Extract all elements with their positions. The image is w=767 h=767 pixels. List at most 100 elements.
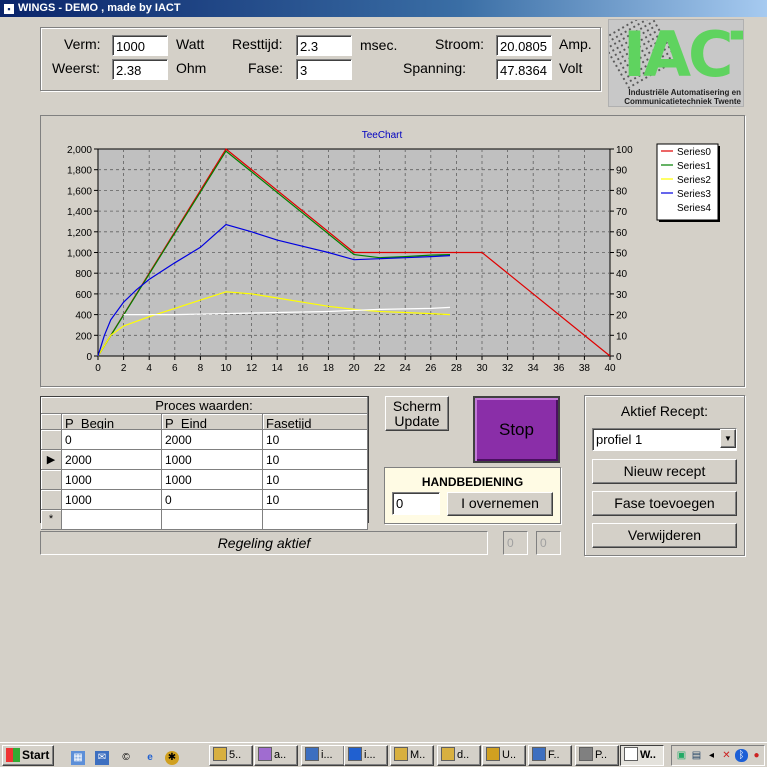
handbediening-title: HANDBEDIENING xyxy=(421,475,524,489)
grid-row-indicator[interactable] xyxy=(41,490,62,510)
grid-row-indicator[interactable]: * xyxy=(41,510,62,530)
taskbar-window-button[interactable]: F.. xyxy=(528,745,572,766)
taskbar-window-button[interactable]: 5.. xyxy=(209,745,253,766)
network-tray-icon[interactable]: ▣ xyxy=(675,749,688,762)
y-tick-label: 1,400 xyxy=(67,207,92,218)
y-tick-label: 2,000 xyxy=(67,145,92,156)
grid-cell[interactable]: 10 xyxy=(263,430,368,450)
taskbar-window-label: i... xyxy=(321,749,333,761)
y-tick-label: 1,800 xyxy=(67,166,92,177)
weerst-field[interactable]: 2.38 xyxy=(112,59,168,80)
start-button[interactable]: Start xyxy=(2,745,54,766)
windows-logo-icon xyxy=(6,748,20,762)
grid-cell[interactable]: 0 xyxy=(62,430,162,450)
verwijderen-button[interactable]: Verwijderen xyxy=(592,523,737,548)
grid-cell[interactable] xyxy=(263,510,368,530)
stop-button[interactable]: Stop xyxy=(473,396,560,463)
y-tick-label: 600 xyxy=(75,290,92,301)
app-icon: ▪ xyxy=(4,4,14,14)
grid-cell[interactable]: 1000 xyxy=(62,470,162,490)
quick-launch-ie-icon[interactable]: e xyxy=(140,745,158,766)
x-tick-label: 16 xyxy=(297,363,309,374)
x-tick-label: 26 xyxy=(425,363,437,374)
grid-cell[interactable]: 0 xyxy=(162,490,263,510)
nieuw-recept-button[interactable]: Nieuw recept xyxy=(592,459,737,484)
grid-row-indicator[interactable]: ▶ xyxy=(41,450,62,470)
stroom-unit: Amp. xyxy=(559,36,592,52)
y2-tick-label: 50 xyxy=(616,249,628,260)
proces-waarden-grid[interactable]: Proces waarden: P_Begin P_Eind Fasetijd 0 20… xyxy=(40,396,369,530)
taskbar-app-icon xyxy=(258,747,272,761)
quick-launch-copyright-icon[interactable]: © xyxy=(116,745,134,766)
taskbar-window-button[interactable]: i... xyxy=(301,745,345,766)
grid-cell[interactable] xyxy=(162,510,263,530)
fase-field[interactable]: 3 xyxy=(296,59,352,80)
y-tick-label: 1,200 xyxy=(67,228,92,239)
chart-title: TeeChart xyxy=(362,130,403,141)
x-tick-label: 30 xyxy=(476,363,488,374)
grid-cell[interactable]: 2000 xyxy=(62,450,162,470)
fase-label: Fase: xyxy=(248,60,284,76)
x-tick-label: 38 xyxy=(579,363,591,374)
grid-cell[interactable] xyxy=(62,510,162,530)
status-bar: Regeling aktief xyxy=(40,531,488,555)
resttijd-unit: msec. xyxy=(360,37,398,53)
quick-launch-outlook-icon[interactable]: ✉ xyxy=(92,745,110,766)
disconnected-tray-icon[interactable]: ✕ xyxy=(720,749,733,762)
grid-cell[interactable]: 1000 xyxy=(62,490,162,510)
quick-launch-desktop-icon[interactable]: ▦ xyxy=(68,745,86,766)
taskbar-window-button[interactable]: i... xyxy=(344,745,388,766)
y-tick-label: 1,600 xyxy=(67,186,92,197)
recipe-select[interactable]: profiel 1 ▼ xyxy=(592,428,737,451)
logo-subtitle-1: Industriële Automatisering en xyxy=(628,88,741,97)
verm-field[interactable]: 1000 xyxy=(112,35,168,56)
status-mini-field-1: 0 xyxy=(503,531,528,555)
security-tray-icon[interactable]: ● xyxy=(750,749,763,762)
verm-label: Verm: xyxy=(64,36,101,52)
chevron-down-icon[interactable]: ▼ xyxy=(720,429,736,448)
grid-cell[interactable]: 10 xyxy=(263,490,368,510)
grid-cell[interactable]: 1000 xyxy=(162,470,263,490)
handbediening-input[interactable]: 0 xyxy=(392,492,440,515)
taskbar-window-button[interactable]: W.. xyxy=(620,745,664,766)
taskbar-window-button[interactable]: U.. xyxy=(482,745,526,766)
y2-tick-label: 60 xyxy=(616,228,628,239)
monitor-tray-icon[interactable]: ▤ xyxy=(690,749,703,762)
stroom-field[interactable]: 20.0805 xyxy=(496,35,552,56)
resttijd-label: Resttijd: xyxy=(232,36,283,52)
taskbar-window-button[interactable]: M.. xyxy=(390,745,434,766)
taskbar-window-button[interactable]: a.. xyxy=(254,745,298,766)
taskbar-window-label: P.. xyxy=(595,749,608,761)
taskbar-window-button[interactable]: d.. xyxy=(437,745,481,766)
taskbar-window-button[interactable]: P.. xyxy=(575,745,619,766)
x-tick-label: 6 xyxy=(172,363,178,374)
resttijd-field[interactable]: 2.3 xyxy=(296,35,352,56)
window-title-bar[interactable]: ▪ WINGS - DEMO , made by IACT xyxy=(0,0,767,17)
x-tick-label: 12 xyxy=(246,363,258,374)
x-tick-label: 24 xyxy=(400,363,412,374)
grid-row-indicator[interactable] xyxy=(41,470,62,490)
iact-logo: IACT Industriële Automatisering en Commu… xyxy=(608,19,744,107)
y-tick-label: 400 xyxy=(75,311,92,322)
system-tray: ▣ ▤ ◂ ✕ ᛒ ● xyxy=(671,745,765,766)
grid-row-indicator[interactable] xyxy=(41,430,62,450)
bluetooth-tray-icon[interactable]: ᛒ xyxy=(735,749,748,762)
stroom-label: Stroom: xyxy=(435,36,485,52)
grid-cell[interactable]: 10 xyxy=(263,450,368,470)
scherm-update-label-1: Scherm xyxy=(392,398,442,414)
overnemen-button[interactable]: I overnemen xyxy=(447,492,553,516)
y2-tick-label: 20 xyxy=(616,311,628,322)
grid-corner xyxy=(41,414,62,430)
logo-text: IACT xyxy=(623,19,743,91)
fase-toevoegen-button[interactable]: Fase toevoegen xyxy=(592,491,737,516)
quick-launch-app-icon[interactable]: ✱ xyxy=(162,745,180,766)
volume-tray-icon[interactable]: ◂ xyxy=(705,749,718,762)
grid-cell[interactable]: 10 xyxy=(263,470,368,490)
spanning-field[interactable]: 47.8364 xyxy=(496,59,552,80)
taskbar-window-label: M.. xyxy=(410,749,426,761)
status-mini-field-2: 0 xyxy=(536,531,561,555)
scherm-update-button[interactable]: Scherm Update xyxy=(385,396,449,431)
grid-header-fasetijd: Fasetijd xyxy=(263,414,368,430)
grid-cell[interactable]: 1000 xyxy=(162,450,263,470)
grid-cell[interactable]: 2000 xyxy=(162,430,263,450)
